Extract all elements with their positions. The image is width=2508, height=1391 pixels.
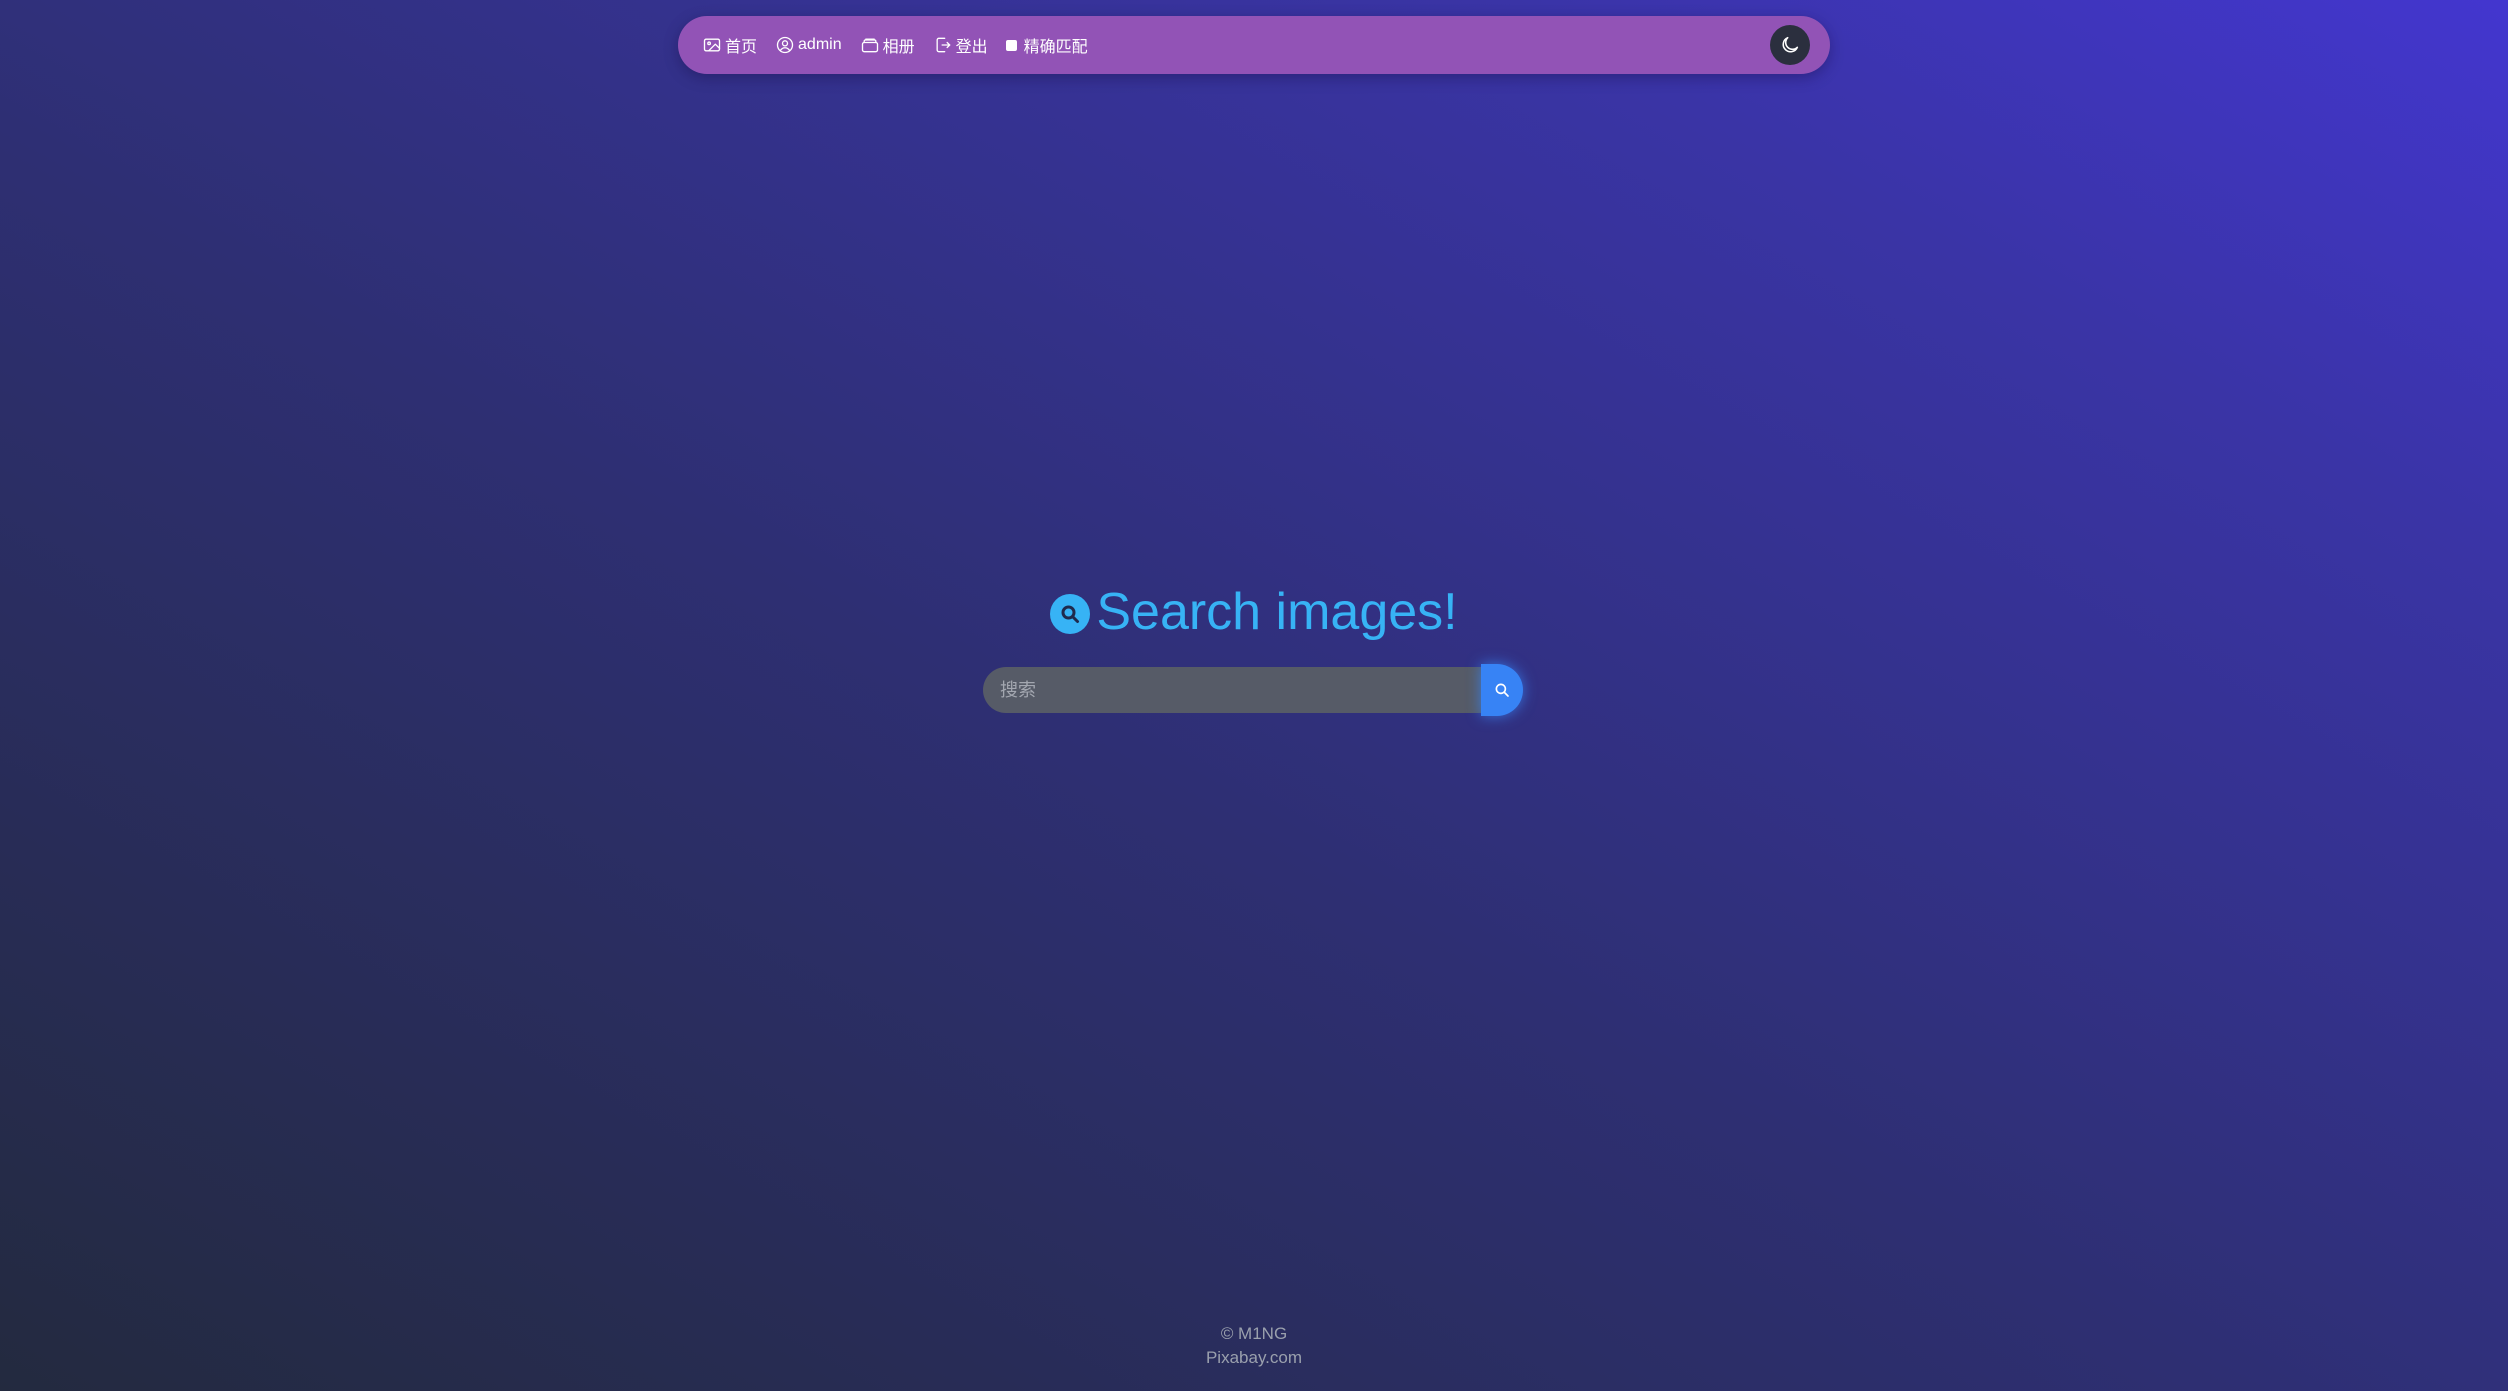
search-icon xyxy=(1495,683,1509,697)
footer: © M1NG Pixabay.com xyxy=(0,1322,2508,1370)
search-input[interactable] xyxy=(983,667,1483,713)
exact-match-checkbox[interactable]: 精确匹配 xyxy=(1005,33,1088,57)
nav-item-label: 首页 xyxy=(725,39,758,56)
nav-item-logout[interactable]: 登出 xyxy=(933,33,988,57)
exact-match-label: 精确匹配 xyxy=(1023,39,1088,56)
theme-toggle-button[interactable] xyxy=(1770,25,1810,65)
nav-item-label: admin xyxy=(798,36,842,53)
checkbox-icon[interactable] xyxy=(1005,39,1017,51)
user-circle-icon xyxy=(776,36,794,54)
logout-icon xyxy=(936,37,950,53)
nav-item-admin[interactable]: admin xyxy=(775,35,842,55)
search-icon xyxy=(1050,594,1091,634)
nav-item-album[interactable]: 相册 xyxy=(860,33,915,57)
nav-item-label: 相册 xyxy=(882,39,915,56)
page-title: Search images! xyxy=(1096,583,1458,641)
copyright-text: © M1NG xyxy=(1220,1324,1288,1343)
moon-icon xyxy=(1782,36,1799,53)
search-button[interactable] xyxy=(1481,664,1523,716)
hero-heading: Search images! xyxy=(0,582,2508,642)
nav-item-label: 登出 xyxy=(955,39,988,56)
image-icon xyxy=(703,38,721,52)
credit-text: Pixabay.com xyxy=(1205,1348,1303,1367)
album-icon xyxy=(861,38,878,53)
search-bar xyxy=(983,664,1525,716)
nav-item-home[interactable]: 首页 xyxy=(702,33,757,57)
top-navbar: 首页 admin 相册 登出 精确匹配 xyxy=(678,16,1830,74)
